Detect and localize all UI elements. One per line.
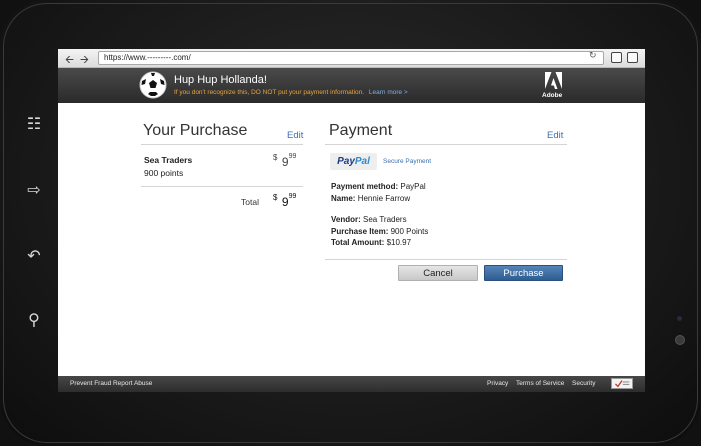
total-price: $ 999 [273, 193, 296, 211]
payment-edit-link[interactable]: Edit [547, 130, 563, 141]
vendor-row: Vendor: Sea Traders [331, 215, 407, 224]
purchase-item-row: Purchase Item: 900 Points [331, 227, 428, 236]
total-divider [141, 186, 303, 187]
cancel-button[interactable]: Cancel [398, 265, 478, 281]
purchase-divider [141, 144, 303, 145]
item-price: $ 999 [273, 153, 296, 171]
back-hardware-icon[interactable]: ↶ [24, 246, 44, 266]
camera-icon [675, 335, 685, 345]
browser-toolbar: 🡨 🡪 https://www.---------.com/ ↻ [58, 49, 645, 68]
search-hardware-icon[interactable]: ⚲ [24, 310, 44, 330]
tablet-device: ☷ ⇨ ↶ ⚲ 🡨 🡪 https://www.---------.com/ ↻ [0, 0, 701, 446]
merchant-title: Hup Hup Hollanda! [174, 74, 267, 86]
payment-heading: Payment [329, 122, 393, 139]
merchant-header: Hup Hup Hollanda! If you don't recognize… [58, 68, 645, 103]
payer-name-label: Name: [331, 194, 356, 203]
payer-name-value: Hennie Farrow [357, 194, 411, 203]
purchase-item-name: Sea Traders [144, 155, 193, 165]
menu-hardware-icon[interactable]: ☷ [24, 114, 44, 134]
home-hardware-icon[interactable]: ⇨ [24, 180, 44, 200]
item-price-whole: 9 [281, 155, 289, 169]
payer-name-row: Name: Hennie Farrow [331, 194, 410, 203]
purchase-heading: Your Purchase [143, 122, 248, 139]
sensor-icon [677, 316, 682, 321]
secure-payment-label: Secure Payment [383, 158, 432, 165]
address-bar[interactable]: https://www.---------.com/ [98, 51, 604, 65]
reload-icon[interactable]: ↻ [589, 51, 597, 61]
purchase-item-label: Purchase Item: [331, 227, 389, 236]
warning-text: If you don't recognize this, DO NOT put … [174, 89, 365, 96]
total-whole: 9 [281, 195, 289, 209]
security-link[interactable]: Security [572, 380, 595, 387]
payment-method-label: Payment method: [331, 182, 399, 191]
report-abuse-link[interactable]: Prevent Fraud Report Abuse [70, 380, 152, 387]
vendor-value: Sea Traders [363, 215, 407, 224]
security-warning: If you don't recognize this, DO NOT put … [174, 89, 408, 96]
total-amount-row: Total Amount: $10.97 [331, 238, 411, 247]
adobe-brand-text: Adobe [542, 92, 563, 99]
adobe-logo-icon [545, 72, 562, 89]
purchase-item-points: 900 points [144, 168, 184, 178]
payment-method-row: Payment method: PayPal [331, 182, 426, 191]
payment-method-value: PayPal [400, 182, 426, 191]
purchase-button[interactable]: Purchase [484, 265, 563, 281]
actions-divider [325, 259, 567, 260]
paypal-logo-pal: Pal [354, 156, 370, 167]
tablet-screen: 🡨 🡪 https://www.---------.com/ ↻ Hup Hup… [58, 49, 645, 392]
soccer-ball-icon [139, 71, 167, 99]
purchase-item-value: 900 Points [390, 227, 429, 236]
payment-divider [325, 144, 567, 145]
total-cents: 99 [288, 193, 297, 200]
item-price-currency: $ [273, 153, 278, 162]
total-currency: $ [273, 193, 278, 202]
address-url: https://www.---------.com/ [104, 53, 191, 62]
purchase-edit-link[interactable]: Edit [287, 130, 303, 141]
vendor-label: Vendor: [331, 215, 361, 224]
total-amount-value: $10.97 [386, 238, 412, 247]
paypal-logo-pay: Pay [337, 156, 355, 167]
learn-more-link[interactable]: Learn more > [369, 89, 408, 96]
total-label: Total [241, 197, 259, 207]
privacy-link[interactable]: Privacy [487, 380, 508, 387]
bookmark-icon[interactable] [627, 52, 638, 63]
page-footer: Prevent Fraud Report Abuse Privacy Terms… [58, 376, 645, 392]
trust-badge-icon[interactable] [611, 378, 633, 389]
paypal-logo: PayPal [330, 153, 377, 170]
total-amount-label: Total Amount: [331, 238, 385, 247]
tabs-icon[interactable] [611, 52, 622, 63]
item-price-cents: 99 [288, 153, 297, 160]
terms-link[interactable]: Terms of Service [516, 380, 564, 387]
